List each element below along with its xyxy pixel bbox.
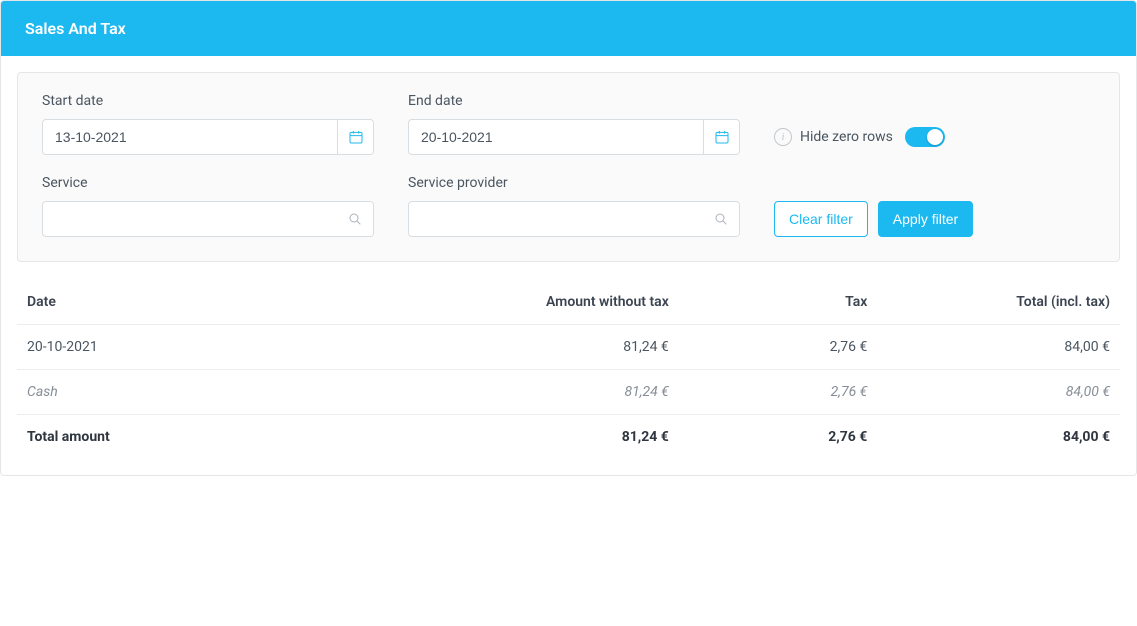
provider-search-button[interactable] xyxy=(703,202,739,236)
provider-input[interactable] xyxy=(409,202,703,236)
clear-filter-button[interactable]: Clear filter xyxy=(774,201,868,237)
cell-total: 84,00 € xyxy=(877,415,1120,460)
cell-date: Total amount xyxy=(17,415,348,460)
results-table-wrap: Date Amount without tax Tax Total (incl.… xyxy=(17,280,1120,459)
hide-zero-label: Hide zero rows xyxy=(800,129,893,145)
end-date-input[interactable] xyxy=(409,120,703,154)
panel-title: Sales And Tax xyxy=(25,19,126,38)
hide-zero-toggle[interactable] xyxy=(905,127,945,147)
search-icon xyxy=(347,211,363,227)
service-search-button[interactable] xyxy=(337,202,373,236)
cell-amount: 81,24 € xyxy=(348,415,679,460)
table-body: 20-10-2021 81,24 € 2,76 € 84,00 € Cash 8… xyxy=(17,325,1120,460)
col-total: Total (incl. tax) xyxy=(877,280,1120,325)
col-tax: Tax xyxy=(679,280,878,325)
provider-field: Service provider xyxy=(408,175,740,237)
apply-filter-button[interactable]: Apply filter xyxy=(878,201,973,237)
table-row-total: Total amount 81,24 € 2,76 € 84,00 € xyxy=(17,415,1120,460)
cell-tax: 2,76 € xyxy=(679,325,878,370)
cell-amount: 81,24 € xyxy=(348,370,679,415)
start-date-field: Start date xyxy=(42,93,374,155)
provider-label: Service provider xyxy=(408,175,740,191)
end-date-calendar-button[interactable] xyxy=(703,120,739,154)
start-date-input[interactable] xyxy=(43,120,337,154)
filter-box: Start date E xyxy=(17,72,1120,262)
calendar-icon xyxy=(714,129,730,145)
end-date-input-wrap[interactable] xyxy=(408,119,740,155)
filter-buttons: Clear filter Apply filter xyxy=(774,201,973,237)
cell-total: 84,00 € xyxy=(877,370,1120,415)
start-date-input-wrap[interactable] xyxy=(42,119,374,155)
panel-header: Sales And Tax xyxy=(1,1,1136,56)
cell-tax: 2,76 € xyxy=(679,415,878,460)
cell-date: Cash xyxy=(17,370,348,415)
cell-amount: 81,24 € xyxy=(348,325,679,370)
sales-tax-panel: Sales And Tax Start date xyxy=(0,0,1137,476)
table-header-row: Date Amount without tax Tax Total (incl.… xyxy=(17,280,1120,325)
panel-body: Start date E xyxy=(1,56,1136,475)
start-date-label: Start date xyxy=(42,93,374,109)
results-table: Date Amount without tax Tax Total (incl.… xyxy=(17,280,1120,459)
table-row: 20-10-2021 81,24 € 2,76 € 84,00 € xyxy=(17,325,1120,370)
filter-row-2: Service Service provider xyxy=(42,175,1095,237)
search-icon xyxy=(713,211,729,227)
filter-row-1: Start date E xyxy=(42,93,1095,155)
table-row: Cash 81,24 € 2,76 € 84,00 € xyxy=(17,370,1120,415)
service-field: Service xyxy=(42,175,374,237)
calendar-icon xyxy=(348,129,364,145)
col-date: Date xyxy=(17,280,348,325)
end-date-label: End date xyxy=(408,93,740,109)
cell-total: 84,00 € xyxy=(877,325,1120,370)
cell-date: 20-10-2021 xyxy=(17,325,348,370)
cell-tax: 2,76 € xyxy=(679,370,878,415)
info-icon[interactable]: i xyxy=(774,128,792,146)
provider-input-wrap[interactable] xyxy=(408,201,740,237)
start-date-calendar-button[interactable] xyxy=(337,120,373,154)
service-label: Service xyxy=(42,175,374,191)
hide-zero-rows-control: i Hide zero rows xyxy=(774,119,945,155)
service-input-wrap[interactable] xyxy=(42,201,374,237)
end-date-field: End date xyxy=(408,93,740,155)
col-amount: Amount without tax xyxy=(348,280,679,325)
service-input[interactable] xyxy=(43,202,337,236)
